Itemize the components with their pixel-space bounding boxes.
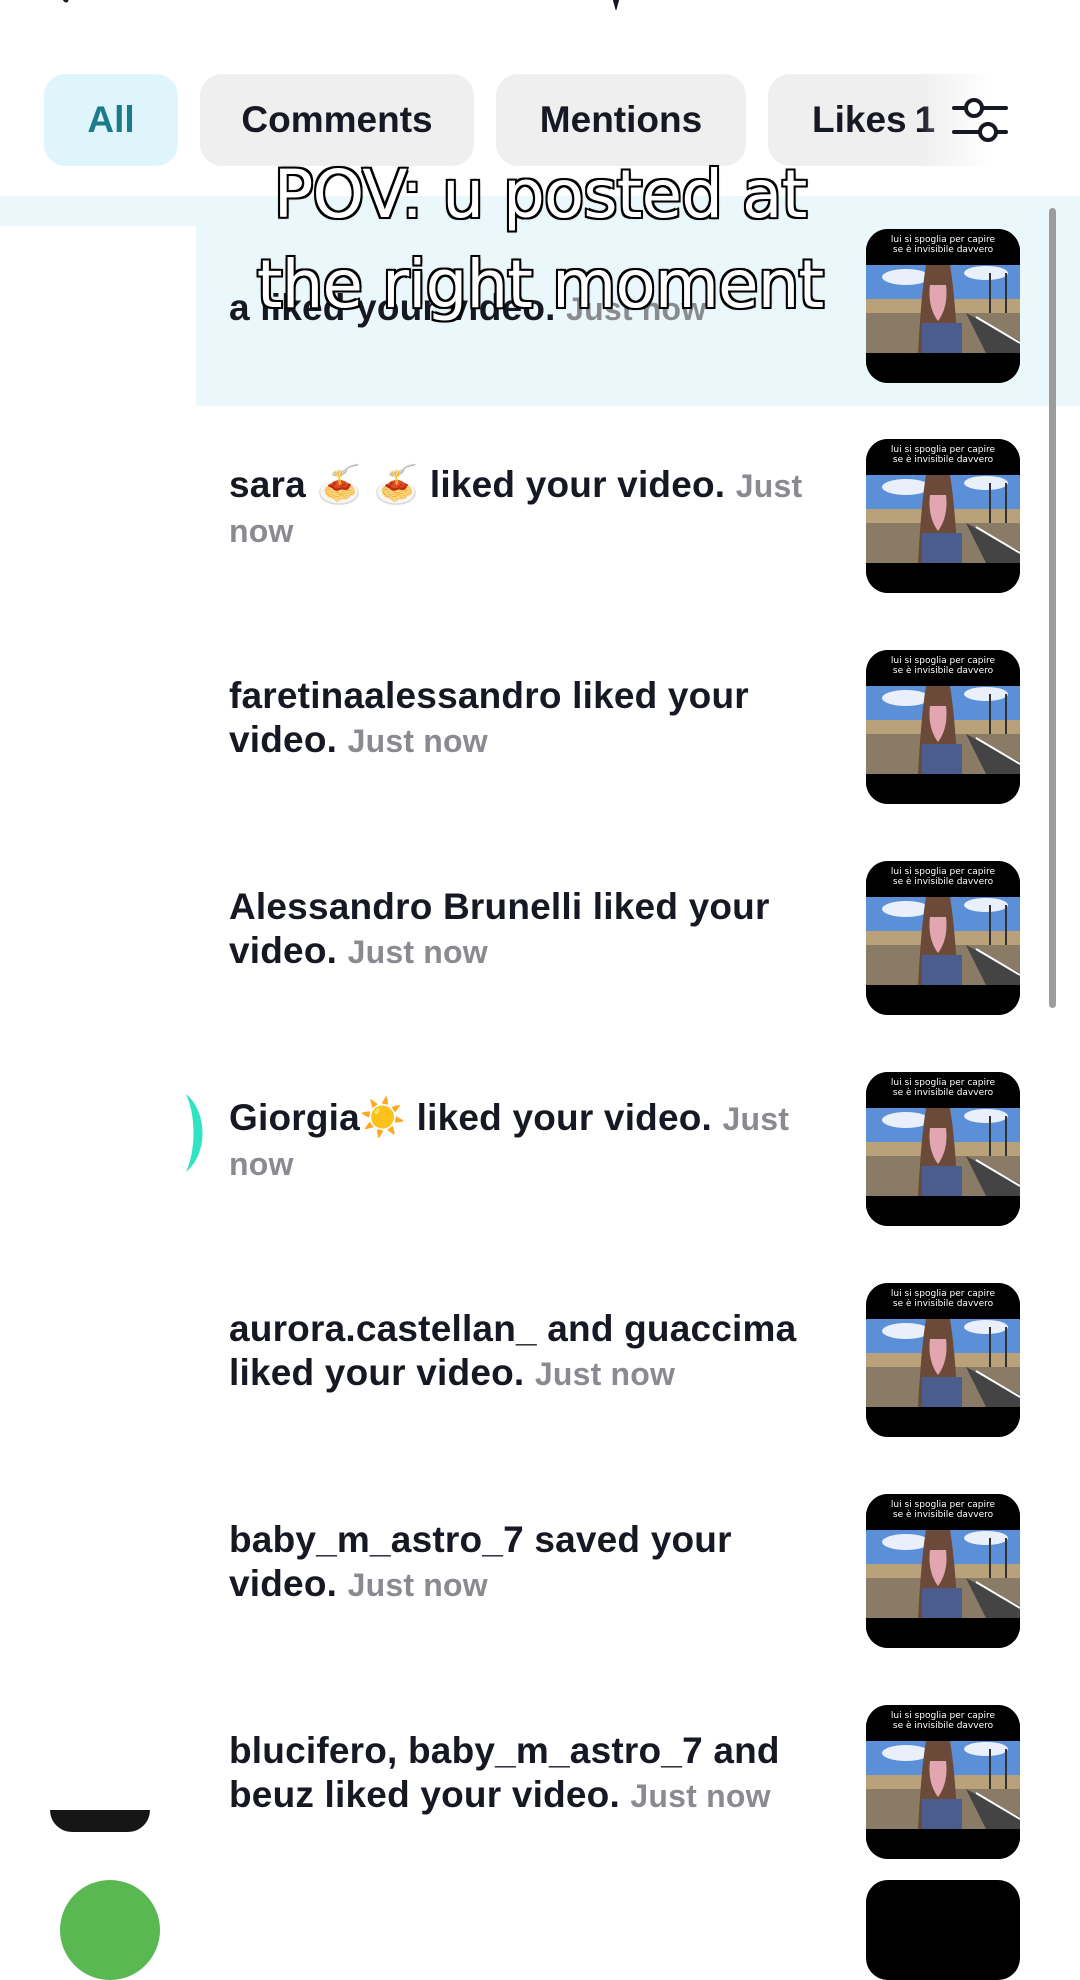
list-item[interactable]: aurora.castellan_ and guaccima liked you… (0, 1251, 1080, 1458)
thumbnail-caption: lui si spoglia per capire se è invisibile… (866, 1500, 1020, 1520)
tab-comments[interactable]: Comments (200, 74, 474, 166)
thumbnail-caption-line-1: lui si spoglia per capire (890, 1500, 996, 1510)
thumbnail-caption-line-2: se è invisibile davvero (892, 455, 994, 465)
thumbnail-caption-line-2: se è invisibile davvero (892, 1510, 994, 1520)
tab-all[interactable]: All (44, 74, 178, 166)
notification-text: aurora.castellan_ and guaccima liked you… (229, 1307, 829, 1396)
thumbnail-caption: lui si spoglia per capire se è invisibile… (866, 1289, 1020, 1309)
avatar[interactable] (182, 1092, 210, 1174)
filter-sliders-icon[interactable] (952, 94, 1008, 146)
thumbnail-caption-line-2: se è invisibile davvero (892, 877, 994, 887)
list-item[interactable]: blucifero, baby_m_astro_7 and beuz liked… (0, 1673, 1080, 1880)
notification-text: blucifero, baby_m_astro_7 and beuz liked… (229, 1729, 829, 1818)
scrollbar[interactable] (1049, 208, 1056, 1008)
thumbnail-caption-line-1: lui si spoglia per capire (890, 1078, 996, 1088)
notification-text: Alessandro Brunelli liked your video. Ju… (229, 885, 829, 974)
video-thumbnail[interactable]: lui si spoglia per capire se è invisibile… (866, 439, 1020, 593)
tab-mentions[interactable]: Mentions (496, 74, 746, 166)
thumbnail-caption: lui si spoglia per capire se è invisibile… (866, 445, 1020, 465)
video-thumbnail[interactable]: lui si spoglia per capire se è invisibile… (866, 1072, 1020, 1226)
video-thumbnail[interactable]: lui si spoglia per capire se è invisibile… (866, 1283, 1020, 1437)
thumbnail-caption: lui si spoglia per capire se è invisibile… (866, 867, 1020, 887)
title-fragment (612, 0, 620, 10)
notification-time: Just now (347, 934, 488, 970)
list-item[interactable]: baby_m_astro_7 saved your video. Just no… (0, 1462, 1080, 1669)
video-thumbnail[interactable]: lui si spoglia per capire se è invisibile… (866, 861, 1020, 1015)
thumbnail-caption-line-1: lui si spoglia per capire (890, 235, 996, 245)
notification-message: sara 🍝 🍝 liked your video. (229, 464, 726, 505)
filter-tabs: All Comments Mentions Likes 1 (0, 74, 1080, 166)
notification-text: baby_m_astro_7 saved your video. Just no… (229, 1518, 829, 1607)
thumbnail-caption-line-1: lui si spoglia per capire (890, 1711, 996, 1721)
avatar[interactable] (60, 1880, 160, 1980)
video-thumbnail[interactable]: lui si spoglia per capire se è invisibile… (866, 1705, 1020, 1859)
notification-time: Just now (347, 723, 488, 759)
thumbnail-caption-line-1: lui si spoglia per capire (890, 1289, 996, 1299)
notification-time: Just now (534, 1356, 676, 1392)
thumbnail-caption-line-2: se è invisibile davvero (892, 1721, 994, 1731)
list-item[interactable]: Giorgia☀️ liked your video. Just now lui… (0, 1040, 1080, 1247)
list-item[interactable]: faretinaalessandro liked your video. Jus… (0, 618, 1080, 825)
notification-message: Alessandro Brunelli liked your video. (229, 886, 770, 971)
notification-text: a liked your video. Just now (229, 286, 829, 331)
tab-all-label: All (87, 99, 135, 140)
thumbnail-caption-line-2: se è invisibile davvero (892, 245, 994, 255)
list-item[interactable]: sara 🍝 🍝 liked your video. Just now lui … (0, 407, 1080, 614)
thumbnail-caption-line-2: se è invisibile davvero (892, 666, 994, 676)
thumbnail-caption-line-1: lui si spoglia per capire (890, 656, 996, 666)
notification-message: a liked your video. (229, 287, 556, 328)
thumbnail-caption: lui si spoglia per capire se è invisibile… (866, 235, 1020, 255)
notification-message: Giorgia☀️ liked your video. (229, 1097, 713, 1138)
tab-likes-label: Likes (812, 99, 907, 140)
notification-time: Just now (566, 291, 707, 327)
notification-text: Giorgia☀️ liked your video. Just now (229, 1096, 829, 1186)
tab-mentions-label: Mentions (539, 99, 703, 140)
notification-text: sara 🍝 🍝 liked your video. Just now (229, 463, 829, 553)
avatar[interactable] (50, 1810, 150, 1832)
thumbnail-caption-line-2: se è invisibile davvero (892, 1088, 994, 1098)
back-chevron-icon[interactable] (48, 0, 78, 8)
video-thumbnail[interactable]: lui si spoglia per capire se è invisibile… (866, 650, 1020, 804)
notification-time: Just now (347, 1567, 488, 1603)
notification-message: aurora.castellan_ and guaccima liked you… (229, 1308, 797, 1393)
video-thumbnail[interactable] (866, 1880, 1020, 1980)
thumbnail-caption: lui si spoglia per capire se è invisibile… (866, 656, 1020, 676)
list-item[interactable]: a liked your video. Just now lui si spog… (0, 196, 1080, 403)
video-thumbnail[interactable]: lui si spoglia per capire se è invisibile… (866, 229, 1020, 383)
thumbnail-caption-line-1: lui si spoglia per capire (890, 445, 996, 455)
list-item[interactable]: Alessandro Brunelli liked your video. Ju… (0, 829, 1080, 1036)
notification-text: faretinaalessandro liked your video. Jus… (229, 674, 829, 763)
notification-list: a liked your video. Just now lui si spog… (0, 196, 1080, 1920)
thumbnail-caption-line-2: se è invisibile davvero (892, 1299, 994, 1309)
notification-time: Just now (630, 1778, 771, 1814)
thumbnail-caption-line-1: lui si spoglia per capire (890, 867, 996, 877)
notification-message: faretinaalessandro liked your video. (229, 675, 749, 760)
tab-comments-label: Comments (241, 99, 433, 140)
thumbnail-caption: lui si spoglia per capire se è invisibile… (866, 1711, 1020, 1731)
video-thumbnail[interactable]: lui si spoglia per capire se è invisibile… (866, 1494, 1020, 1648)
thumbnail-caption: lui si spoglia per capire se è invisibile… (866, 1078, 1020, 1098)
